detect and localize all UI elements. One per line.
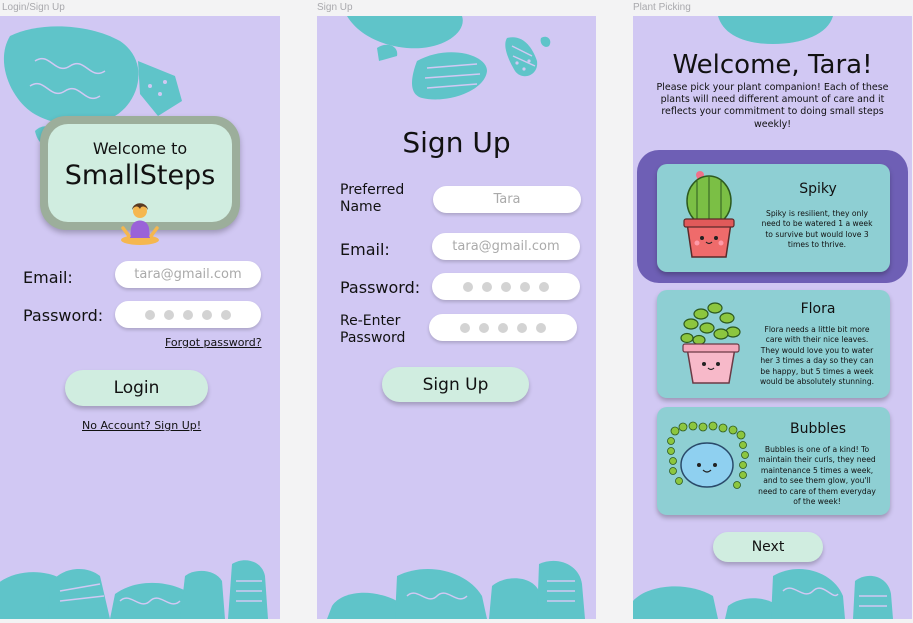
email-field[interactable]: tara@gmail.com xyxy=(432,233,580,260)
password-field[interactable] xyxy=(432,273,580,300)
plant-name: Spiky xyxy=(799,181,837,197)
leafy-plant-icon xyxy=(680,302,741,384)
login-screen: Welcome to SmallSteps Email: tara@gmail.… xyxy=(0,16,280,619)
password-label: Password: xyxy=(23,306,104,325)
signup-button[interactable]: Sign Up xyxy=(382,367,529,402)
plant-card-flora[interactable]: Flora Flora needs a little bit more care… xyxy=(657,290,890,398)
signup-screen: Sign Up Preferred Name Tara Email: tara@… xyxy=(317,16,596,619)
plant-name: Flora xyxy=(800,301,836,317)
reenter-password-field[interactable] xyxy=(429,314,577,341)
string-of-pearls-icon xyxy=(667,421,749,489)
preferred-name-label: Preferred Name xyxy=(340,182,405,215)
password-label: Password: xyxy=(340,278,421,297)
forgot-password-link[interactable]: Forgot password? xyxy=(165,336,262,349)
intro-text: Please pick your plant companion! Each o… xyxy=(656,82,889,130)
page-title: Welcome, Tara! xyxy=(672,50,873,80)
frame-label-login: Login/Sign Up xyxy=(2,2,65,13)
meditation-emoji-icon xyxy=(119,200,161,250)
frame-label-plant: Plant Picking xyxy=(633,2,691,13)
cactus-icon xyxy=(683,171,735,258)
plant-description: Bubbles is one of a kind! To maintain th… xyxy=(758,445,876,507)
page-title: Sign Up xyxy=(402,126,511,159)
email-field[interactable]: tara@gmail.com xyxy=(115,261,261,288)
plant-picking-screen: Welcome, Tara! Please pick your plant co… xyxy=(633,16,912,619)
reenter-password-label: Re-Enter Password xyxy=(340,313,406,346)
plant-description: Spiky is resilient, they only need to be… xyxy=(761,209,873,250)
plant-card-bubbles[interactable]: Bubbles Bubbles is one of a kind! To mai… xyxy=(657,407,890,515)
frame-label-signup: Sign Up xyxy=(317,2,353,13)
password-field[interactable] xyxy=(115,301,261,328)
login-button[interactable]: Login xyxy=(65,370,208,406)
plant-description: Flora needs a little bit more care with … xyxy=(759,325,875,387)
plant-name: Bubbles xyxy=(789,421,847,437)
preferred-name-field[interactable]: Tara xyxy=(433,186,581,213)
welcome-text: Welcome to xyxy=(92,139,188,158)
email-label: Email: xyxy=(23,268,73,287)
app-name: SmallSteps xyxy=(64,160,216,191)
signup-link[interactable]: No Account? Sign Up! xyxy=(82,419,201,432)
email-label: Email: xyxy=(340,240,390,259)
next-button[interactable]: Next xyxy=(713,532,823,562)
plant-card-spiky[interactable]: Spiky Spiky is resilient, they only need… xyxy=(657,164,890,272)
